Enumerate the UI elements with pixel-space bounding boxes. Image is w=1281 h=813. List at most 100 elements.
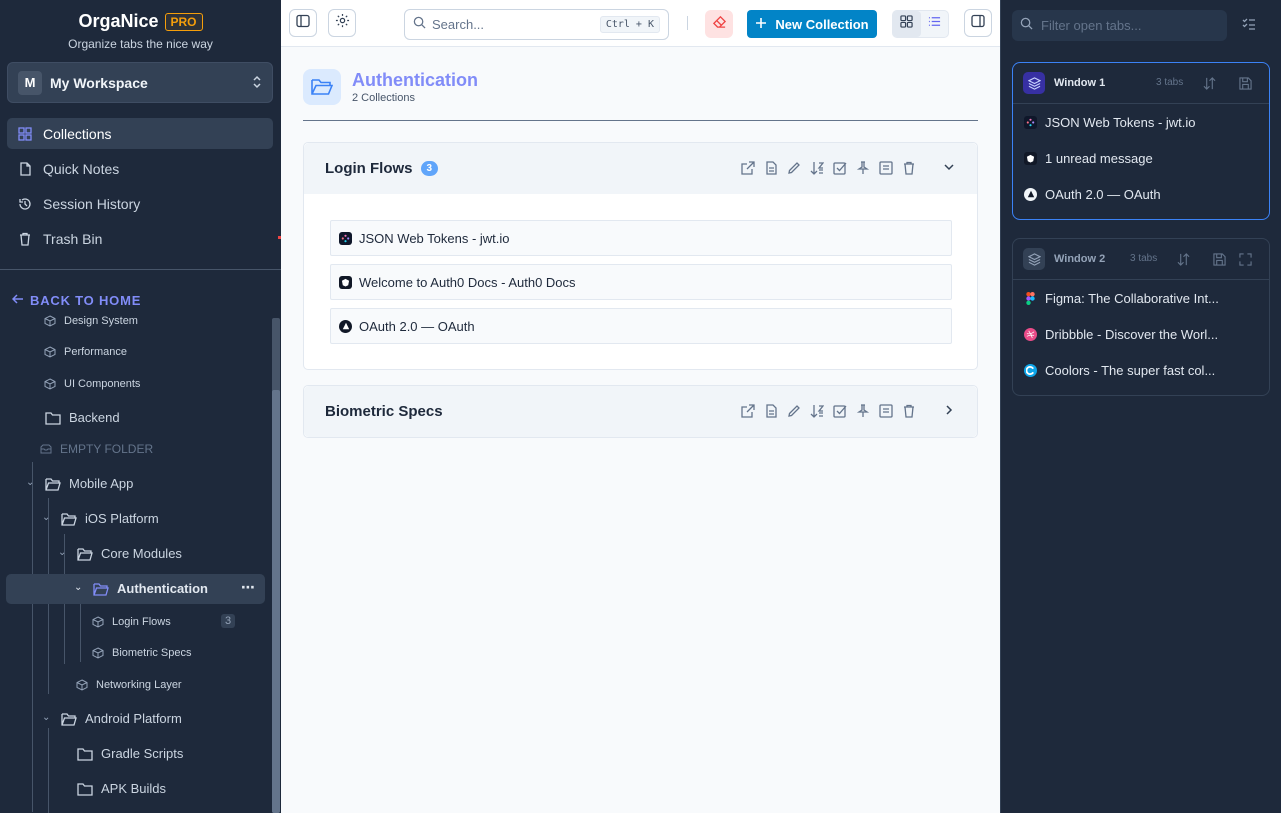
- view-toggle: [892, 10, 949, 38]
- save-icon[interactable]: [1239, 77, 1252, 95]
- list-view-button[interactable]: [921, 11, 949, 37]
- tab-row[interactable]: OAuth 2.0 — OAuth: [330, 308, 952, 344]
- pin-icon[interactable]: [855, 160, 871, 176]
- tree-item-biometric-specs[interactable]: Biometric Specs: [92, 647, 191, 659]
- filter-tabs-input[interactable]: Filter open tabs...: [1012, 10, 1227, 41]
- checklist-icon[interactable]: [1242, 17, 1256, 36]
- left-sidebar: OrgaNice PRO Organize tabs the nice way …: [0, 0, 281, 813]
- external-link-icon[interactable]: [740, 403, 756, 419]
- search-input[interactable]: Search... Ctrl + K: [404, 9, 669, 40]
- tree-item-login-flows[interactable]: Login Flows: [92, 616, 171, 628]
- open-tab-item[interactable]: Figma: The Collaborative Int...: [1013, 280, 1269, 316]
- tree-item-backend[interactable]: Backend: [45, 410, 120, 425]
- open-tab-item[interactable]: JSON Web Tokens - jwt.io: [1013, 104, 1269, 140]
- tab-title: OAuth 2.0 — OAuth: [359, 318, 475, 334]
- checkbox-icon[interactable]: [832, 160, 848, 176]
- open-tab-item[interactable]: Dribbble - Discover the Worl...: [1013, 316, 1269, 352]
- sort-icon[interactable]: [1203, 77, 1216, 95]
- nav-label: Quick Notes: [43, 160, 120, 177]
- tree-item-design-system[interactable]: Design System: [44, 315, 138, 327]
- tree-item-android-platform[interactable]: Android Platform: [61, 711, 182, 726]
- settings-button[interactable]: [328, 9, 356, 37]
- pin-icon[interactable]: [855, 403, 871, 419]
- tab-title: OAuth 2.0 — OAuth: [1045, 186, 1161, 202]
- tree-item-empty-folder: EMPTY FOLDER: [40, 442, 153, 456]
- tree-guide: [48, 728, 49, 813]
- tree-item-mobile-app[interactable]: Mobile App: [45, 476, 133, 491]
- chevron-down-icon[interactable]: ⌄: [42, 712, 50, 723]
- search-placeholder: Search...: [432, 17, 485, 32]
- cube-icon: [44, 315, 56, 327]
- chevron-down-icon[interactable]: ⌄: [58, 547, 66, 558]
- browser-window-card: Window 1 3 tabs JSON Web Tokens - jwt.io…: [1012, 62, 1270, 220]
- window-header[interactable]: Window 1 3 tabs: [1013, 63, 1269, 103]
- cube-icon: [44, 378, 56, 390]
- tree-item-ui-components[interactable]: UI Components: [44, 378, 140, 390]
- tree-item-gradle-scripts[interactable]: Gradle Scripts: [77, 746, 183, 761]
- chevron-down-icon[interactable]: ⌄: [26, 477, 34, 488]
- open-tab-item[interactable]: Coolors - The super fast col...: [1013, 352, 1269, 388]
- sort-icon[interactable]: [809, 160, 825, 176]
- collection-header[interactable]: Login Flows 3: [304, 143, 977, 194]
- edit-icon[interactable]: [786, 160, 802, 176]
- trash-icon[interactable]: [901, 403, 917, 419]
- checkbox-icon[interactable]: [832, 403, 848, 419]
- edit-icon[interactable]: [786, 403, 802, 419]
- pro-badge: PRO: [164, 12, 203, 31]
- tree-guide: [80, 604, 81, 662]
- chevron-down-icon[interactable]: [943, 160, 955, 178]
- folder-open-icon: [61, 712, 77, 726]
- workspace-switcher[interactable]: M My Workspace: [7, 62, 273, 103]
- open-tab-item[interactable]: 1 unread message: [1013, 140, 1269, 176]
- tree-item-core-modules[interactable]: Core Modules: [77, 546, 182, 561]
- more-options-icon[interactable]: ⋯: [241, 579, 255, 596]
- document-icon[interactable]: [763, 160, 779, 176]
- document-icon[interactable]: [763, 403, 779, 419]
- keyboard-shortcut: Ctrl + K: [599, 16, 660, 33]
- auth0-favicon: [1024, 151, 1037, 165]
- tab-row[interactable]: Welcome to Auth0 Docs - Auth0 Docs: [330, 264, 952, 300]
- window-tab-count: 3 tabs: [1130, 253, 1158, 264]
- sidebar-left-icon: [296, 14, 310, 33]
- sort-icon[interactable]: [1177, 253, 1190, 271]
- open-tab-item[interactable]: OAuth 2.0 — OAuth: [1013, 176, 1269, 212]
- save-icon[interactable]: [1213, 253, 1226, 271]
- sort-icon[interactable]: [809, 403, 825, 419]
- tree-item-performance[interactable]: Performance: [44, 346, 127, 358]
- tree-item-authentication[interactable]: Authentication: [93, 581, 208, 596]
- clear-button[interactable]: [705, 10, 733, 38]
- chevron-right-icon[interactable]: [943, 403, 955, 421]
- notes-icon[interactable]: [878, 403, 894, 419]
- tab-row[interactable]: JSON Web Tokens - jwt.io: [330, 220, 952, 256]
- sidebar-right-icon: [971, 14, 985, 33]
- external-link-icon[interactable]: [740, 160, 756, 176]
- toggle-right-panel-button[interactable]: [964, 9, 992, 37]
- expand-icon[interactable]: [1239, 253, 1252, 271]
- scrollbar-thumb[interactable]: [272, 390, 280, 813]
- toggle-sidebar-button[interactable]: [289, 9, 317, 37]
- tree-item-apk-builds[interactable]: APK Builds: [77, 781, 166, 796]
- chevron-down-icon[interactable]: ⌄: [74, 582, 82, 593]
- tab-title: Figma: The Collaborative Int...: [1045, 290, 1219, 306]
- tree-item-ios-platform[interactable]: iOS Platform: [61, 511, 159, 526]
- tree-item-networking-layer[interactable]: Networking Layer: [76, 679, 182, 691]
- cube-icon: [92, 616, 104, 628]
- chevron-down-icon[interactable]: ⌄: [42, 512, 50, 523]
- collection-header[interactable]: Biometric Specs: [304, 386, 977, 437]
- tab-title: Welcome to Auth0 Docs - Auth0 Docs: [359, 274, 576, 290]
- grid-view-button[interactable]: [893, 11, 921, 37]
- window-header[interactable]: Window 2 3 tabs: [1013, 239, 1269, 279]
- trash-icon[interactable]: [901, 160, 917, 176]
- nav-item-quick-notes[interactable]: Quick Notes: [7, 153, 273, 184]
- back-to-home-link[interactable]: BACK TO HOME: [11, 293, 141, 308]
- nav-item-collections[interactable]: Collections: [7, 118, 273, 149]
- collection-card: Biometric Specs: [303, 385, 978, 438]
- nav-item-session-history[interactable]: Session History: [7, 188, 273, 219]
- window-title: Window 2: [1054, 253, 1106, 265]
- nav-item-trash-bin[interactable]: Trash Bin: [7, 223, 273, 254]
- search-icon: [1020, 17, 1033, 35]
- oauth-favicon: [339, 319, 352, 333]
- new-collection-button[interactable]: New Collection: [747, 10, 877, 38]
- notes-icon[interactable]: [878, 160, 894, 176]
- list-icon: [928, 15, 941, 33]
